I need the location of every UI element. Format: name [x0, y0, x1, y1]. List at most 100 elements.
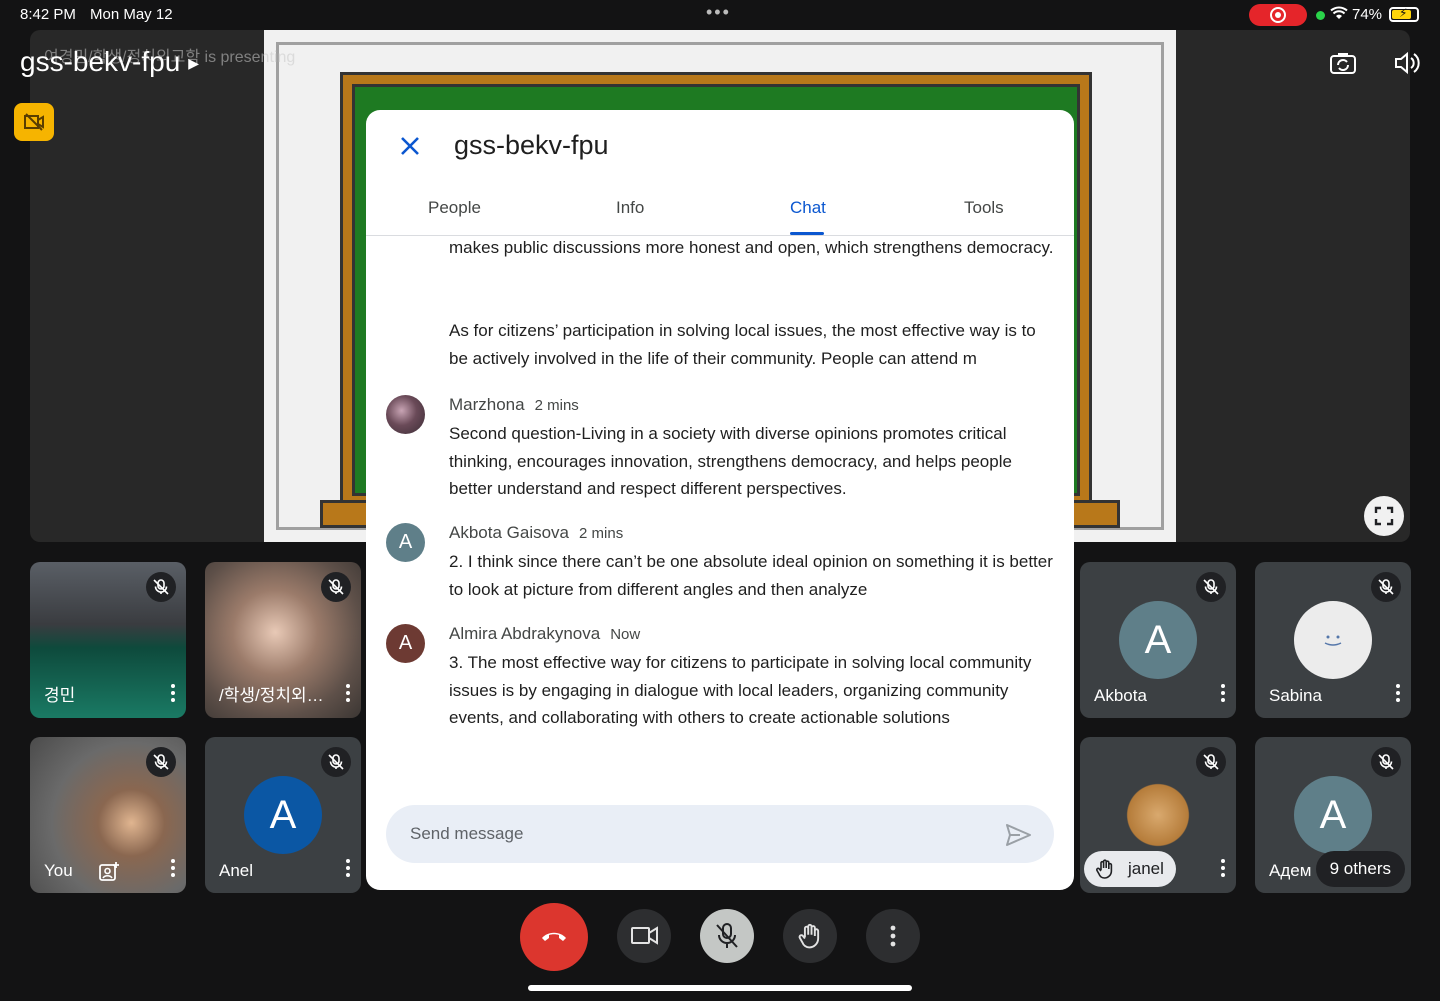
tab-info[interactable]: Info	[616, 198, 644, 218]
participant-name: Akbota	[1094, 686, 1147, 705]
battery-percent: 74%	[1352, 6, 1383, 23]
raise-hand-icon	[1096, 859, 1113, 879]
mic-off-icon	[1371, 572, 1401, 602]
others-count-badge[interactable]: 9 others	[1315, 851, 1405, 887]
message-header: Akbota Gaisova 2 mins	[449, 523, 623, 543]
sender-name: Almira Abdrakynova	[449, 624, 601, 643]
participant-name: Sabina	[1269, 686, 1322, 705]
participant-name: janel	[1128, 859, 1164, 878]
camera-off-badge[interactable]	[14, 103, 54, 141]
raised-hand-badge: janel	[1084, 851, 1176, 887]
message-time: 2 mins	[534, 397, 579, 414]
mic-off-icon	[1196, 747, 1226, 777]
mic-off-icon	[716, 923, 738, 948]
microphone-button[interactable]	[700, 909, 754, 963]
avatar: A	[386, 624, 425, 663]
battery-icon: ⚡	[1389, 6, 1419, 22]
avatar	[386, 395, 425, 434]
profile-picture-icon	[1324, 635, 1342, 646]
mic-off-icon	[146, 572, 176, 602]
switch-camera-button[interactable]	[1328, 48, 1358, 78]
multitasking-dots-icon[interactable]: •••	[706, 2, 731, 23]
active-tab-indicator	[790, 232, 824, 235]
meeting-title-text: gss-bekv-fpu	[20, 46, 181, 77]
self-tile[interactable]: You	[30, 737, 186, 893]
avatar: A	[244, 776, 322, 854]
home-indicator[interactable]	[528, 985, 912, 991]
caret-right-icon: ▶	[188, 55, 200, 72]
more-vert-icon[interactable]	[168, 682, 178, 706]
participant-tile[interactable]: A Akbota	[1080, 562, 1236, 718]
end-call-button[interactable]	[520, 903, 588, 971]
message-continuation: As for citizens’ participation in solvin…	[449, 321, 1036, 368]
chat-messages[interactable]: makes public discussions more honest and…	[366, 236, 1074, 796]
meet-screen: 8:42 PM Mon May 12 ••• 74% ⚡ 여경민/학생/정치외교…	[0, 0, 1440, 1001]
participant-name: Адем	[1269, 861, 1312, 880]
message-text: 2. I think since there can’t be one abso…	[449, 552, 1053, 599]
participant-name: Anel	[219, 861, 254, 880]
participant-tile[interactable]: A Anel	[205, 737, 361, 893]
raise-hand-icon	[798, 923, 820, 949]
video-off-icon	[24, 113, 44, 131]
send-icon[interactable]	[1002, 819, 1034, 851]
more-vert-icon	[890, 925, 896, 947]
send-message-input[interactable]	[410, 805, 970, 863]
fullscreen-button[interactable]	[1364, 496, 1404, 536]
audio-output-button[interactable]	[1392, 48, 1422, 78]
switch-camera-icon	[1330, 53, 1356, 74]
tab-chat[interactable]: Chat	[790, 198, 826, 218]
tab-tools[interactable]: Tools	[964, 198, 1004, 218]
sender-name: Marzhona	[449, 395, 525, 414]
more-vert-icon[interactable]	[343, 857, 353, 881]
more-vert-icon[interactable]	[1218, 682, 1228, 706]
dialog-title: gss-bekv-fpu	[454, 130, 609, 160]
sender-name: Akbota Gaisova	[449, 523, 570, 542]
participant-tile[interactable]: /학생/정치외…	[205, 562, 361, 718]
message-header: Almira Abdrakynova Now	[449, 624, 640, 644]
more-vert-icon[interactable]	[168, 857, 178, 881]
status-time: 8:42 PM	[20, 6, 76, 23]
participant-tile[interactable]: 경민	[30, 562, 186, 718]
charging-bolt-icon: ⚡	[1399, 6, 1408, 20]
status-date: Mon May 12	[90, 6, 173, 23]
screen-recording-indicator[interactable]	[1249, 4, 1307, 26]
mic-off-icon	[1371, 747, 1401, 777]
avatar: A	[1119, 601, 1197, 679]
message-composer	[386, 805, 1054, 863]
avatar: A	[386, 523, 425, 562]
message-time: Now	[610, 626, 641, 643]
mic-off-icon	[321, 572, 351, 602]
message-time: 2 mins	[579, 525, 624, 542]
status-bar: 8:42 PM Mon May 12 ••• 74% ⚡	[0, 0, 1440, 30]
record-icon	[1270, 7, 1286, 23]
message-continuation: makes public discussions more honest and…	[449, 238, 1054, 257]
close-icon[interactable]	[396, 132, 424, 160]
participant-name: 경민	[44, 686, 76, 705]
raise-hand-button[interactable]	[783, 909, 837, 963]
wifi-icon	[1330, 6, 1348, 23]
mic-off-icon	[321, 747, 351, 777]
meeting-details-dialog: gss-bekv-fpu People Info Chat Tools make…	[366, 110, 1074, 890]
participant-name: /학생/정치외…	[219, 686, 324, 705]
participant-name: You	[44, 861, 73, 880]
camera-button[interactable]	[617, 909, 671, 963]
message-text: Second question-Living in a society with…	[449, 424, 1012, 499]
participant-tile[interactable]: A Адем 9 others	[1255, 737, 1411, 893]
more-vert-icon[interactable]	[1218, 857, 1228, 881]
more-options-button[interactable]	[866, 909, 920, 963]
participant-tile[interactable]: janel	[1080, 737, 1236, 893]
more-vert-icon[interactable]	[1393, 682, 1403, 706]
tab-people[interactable]: People	[428, 198, 481, 218]
effects-icon[interactable]	[98, 861, 120, 883]
phone-hangup-icon	[542, 932, 566, 941]
more-vert-icon[interactable]	[343, 682, 353, 706]
dialog-tabs: People Info Chat Tools	[366, 180, 1074, 236]
avatar	[1119, 776, 1197, 854]
mic-off-icon	[146, 747, 176, 777]
message-text: 3. The most effective way for citizens t…	[449, 653, 1032, 728]
volume-icon	[1395, 51, 1420, 75]
participant-tile[interactable]: Sabina	[1255, 562, 1411, 718]
video-camera-icon	[631, 926, 658, 945]
mic-off-icon	[1196, 572, 1226, 602]
meeting-title[interactable]: gss-bekv-fpu ▶	[20, 46, 199, 78]
